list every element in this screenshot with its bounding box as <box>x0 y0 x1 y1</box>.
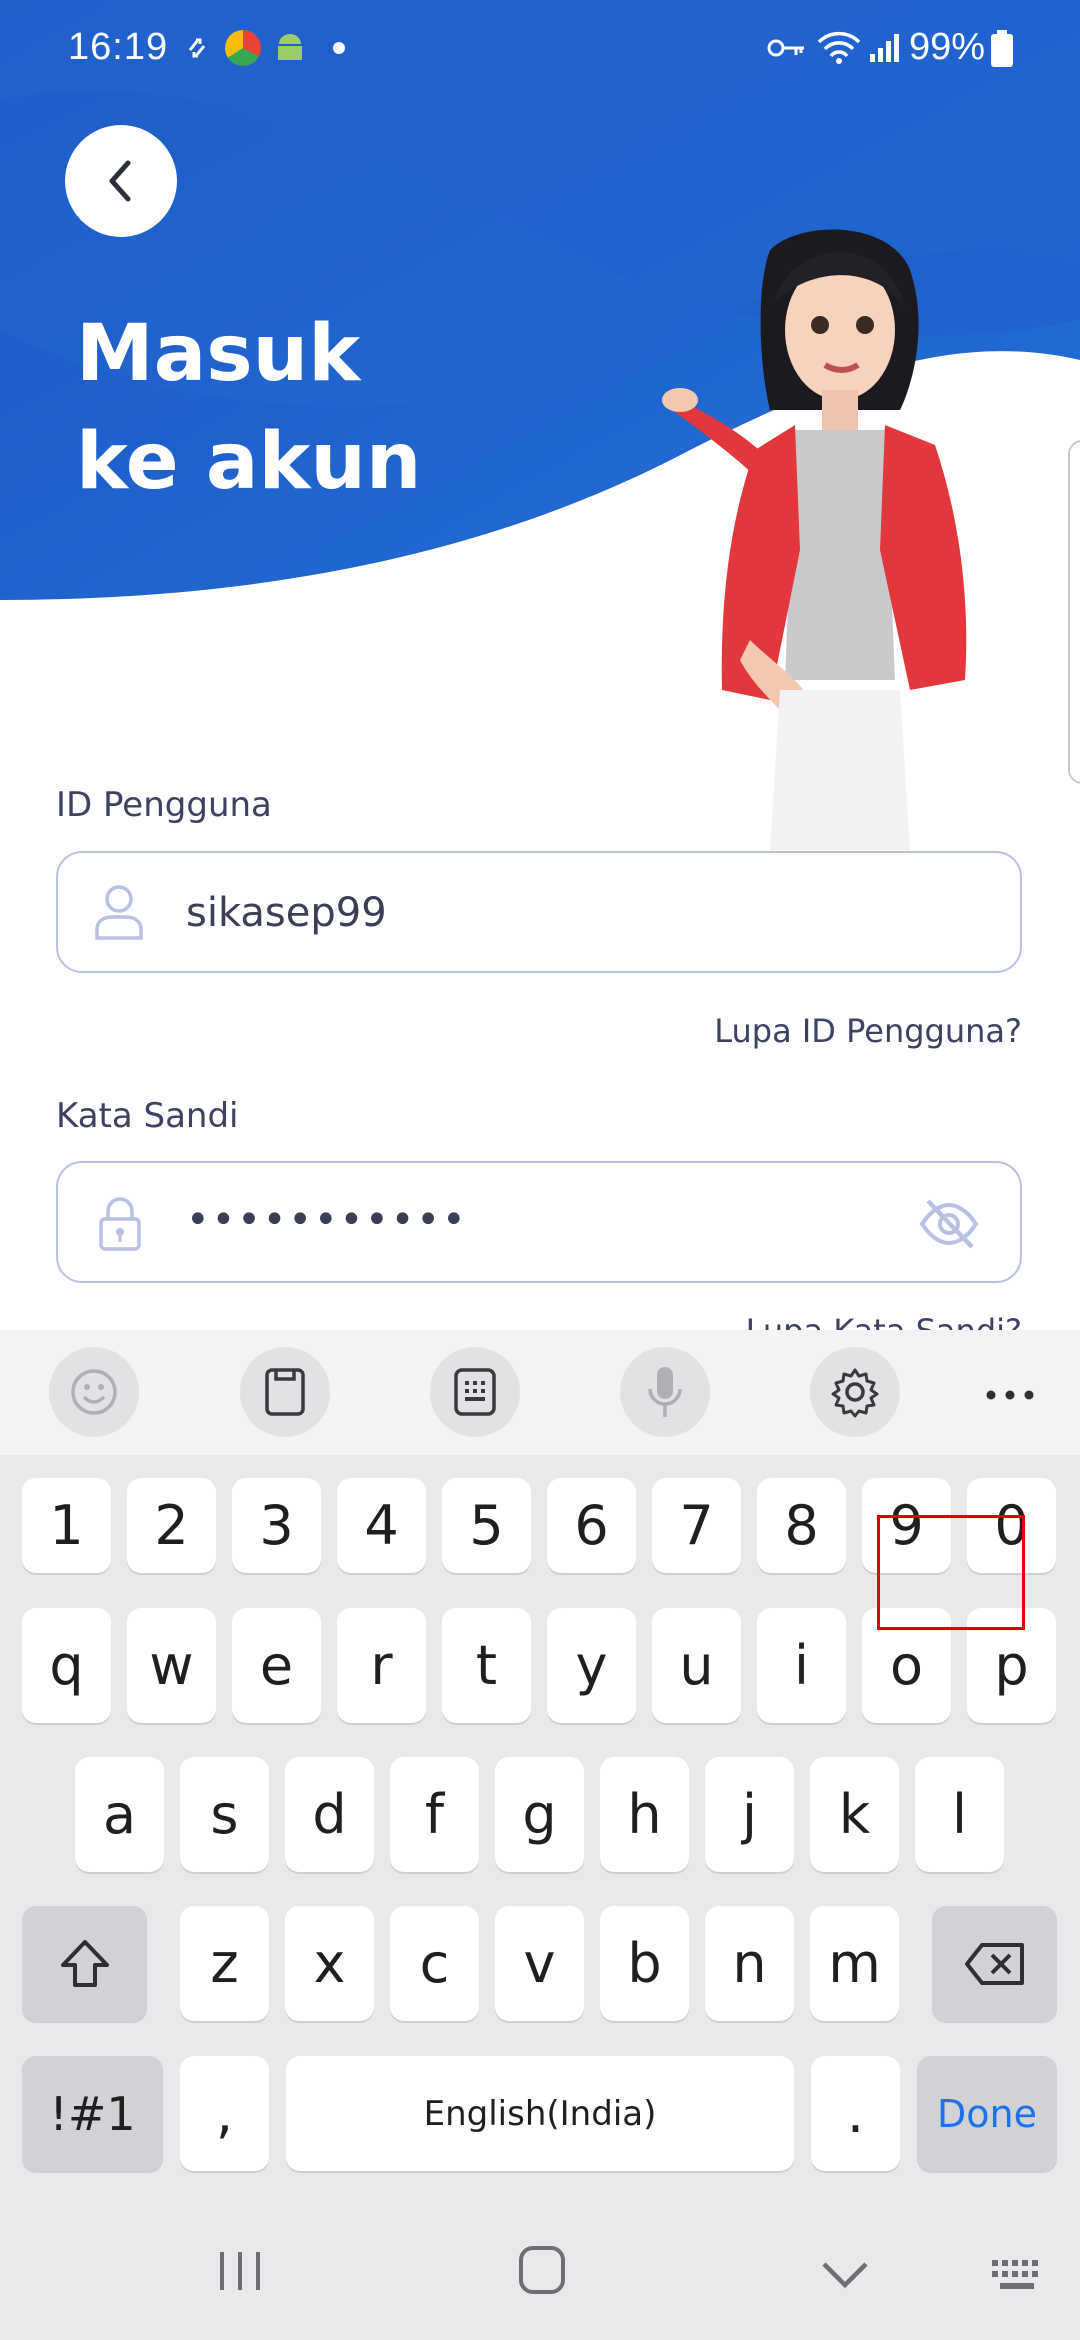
key-y[interactable]: y <box>547 1608 636 1723</box>
key-g[interactable]: g <box>495 1757 584 1872</box>
key-7[interactable]: 7 <box>652 1478 741 1573</box>
battery-percent: 99% <box>908 26 985 68</box>
key-w[interactable]: w <box>127 1608 216 1723</box>
key-f[interactable]: f <box>390 1757 479 1872</box>
key-h[interactable]: h <box>600 1757 689 1872</box>
side-handle[interactable] <box>1068 440 1080 784</box>
more-icon <box>986 1390 1034 1400</box>
keyboard-row-2: a s d f g h j k l <box>75 1757 1015 1872</box>
key-4[interactable]: 4 <box>337 1478 426 1573</box>
key-icon <box>767 39 804 57</box>
more-button[interactable] <box>985 1380 1045 1410</box>
symbols-key[interactable]: !#1 <box>22 2056 163 2171</box>
status-time: 16:19 <box>68 26 169 68</box>
shift-icon <box>60 1939 109 1987</box>
settings-button[interactable] <box>810 1347 900 1437</box>
key-t[interactable]: t <box>442 1608 531 1723</box>
assistant-character-illustration <box>662 229 967 850</box>
key-d[interactable]: d <box>285 1757 374 1872</box>
key-u[interactable]: u <box>652 1608 741 1723</box>
backspace-key[interactable] <box>932 1906 1057 2021</box>
back-icon <box>109 160 131 202</box>
clipboard-button[interactable] <box>240 1347 330 1437</box>
battery-icon <box>991 30 1013 67</box>
key-n[interactable]: n <box>705 1906 794 2021</box>
signal-icon <box>870 34 899 62</box>
key-2[interactable]: 2 <box>127 1478 216 1573</box>
key-m[interactable]: m <box>810 1906 899 2021</box>
key-i[interactable]: i <box>757 1608 846 1723</box>
key-x[interactable]: x <box>285 1906 374 2021</box>
browser-app-icon <box>225 30 261 66</box>
shift-key[interactable] <box>22 1906 147 2021</box>
emoji-button[interactable] <box>49 1347 139 1437</box>
key-6[interactable]: 6 <box>547 1478 636 1573</box>
eye-off-icon[interactable] <box>918 1197 980 1251</box>
recents-icon[interactable] <box>216 2250 264 2292</box>
key-1[interactable]: 1 <box>22 1478 111 1573</box>
android-icon <box>278 34 302 60</box>
navigation-bar <box>0 2200 1080 2340</box>
lock-icon <box>99 1197 141 1251</box>
comma-key[interactable]: , <box>180 2056 269 2171</box>
key-r[interactable]: r <box>337 1608 426 1723</box>
key-e[interactable]: e <box>232 1608 321 1723</box>
keyboard-row-3: z x c v b n m <box>180 1906 900 2021</box>
page-title: Masuk ke akun <box>76 300 576 516</box>
emoji-icon <box>71 1369 117 1415</box>
page-title-line1: Masuk <box>76 309 361 399</box>
done-key[interactable]: Done <box>917 2056 1057 2171</box>
clipboard-icon <box>265 1368 305 1416</box>
key-q[interactable]: q <box>22 1608 111 1723</box>
backspace-icon <box>964 1942 1024 1985</box>
sync-icon <box>188 38 206 58</box>
status-bar: 16:19 99% <box>0 0 1080 96</box>
period-key[interactable]: . <box>811 2056 900 2171</box>
password-value: ••••••••••• <box>186 1197 468 1243</box>
back-nav-icon[interactable] <box>820 2260 870 2290</box>
key-v[interactable]: v <box>495 1906 584 2021</box>
user-id-field[interactable]: sikasep99 <box>56 851 1022 973</box>
key-s[interactable]: s <box>180 1757 269 1872</box>
key-k[interactable]: k <box>810 1757 899 1872</box>
password-field[interactable]: ••••••••••• <box>56 1161 1022 1283</box>
mic-icon <box>648 1367 682 1417</box>
key-5[interactable]: 5 <box>442 1478 531 1573</box>
user-id-label: ID Pengguna <box>56 785 272 825</box>
key-c[interactable]: c <box>390 1906 479 2021</box>
keypad-button[interactable] <box>430 1347 520 1437</box>
space-key[interactable]: English(India) <box>286 2056 794 2171</box>
mic-button[interactable] <box>620 1347 710 1437</box>
settings-icon <box>831 1368 879 1418</box>
key-l[interactable]: l <box>915 1757 1004 1872</box>
key-b[interactable]: b <box>600 1906 689 2021</box>
notification-dot-icon <box>333 42 345 54</box>
wifi-icon <box>817 31 861 64</box>
key-j[interactable]: j <box>705 1757 794 1872</box>
keypad-icon <box>454 1368 496 1416</box>
key-8[interactable]: 8 <box>757 1478 846 1573</box>
user-id-value: sikasep99 <box>186 890 387 936</box>
forgot-user-id-link[interactable]: Lupa ID Pengguna? <box>714 1012 1022 1050</box>
home-icon[interactable] <box>518 2245 566 2295</box>
key-a[interactable]: a <box>75 1757 164 1872</box>
back-button[interactable] <box>65 125 177 237</box>
keyboard-toolbar <box>0 1330 1080 1455</box>
user-icon <box>95 885 143 940</box>
keyboard-icon[interactable] <box>990 2258 1044 2294</box>
key-z[interactable]: z <box>180 1906 269 2021</box>
page-title-line2: ke akun <box>76 417 422 507</box>
password-label: Kata Sandi <box>56 1096 239 1136</box>
key-3[interactable]: 3 <box>232 1478 321 1573</box>
highlight-box <box>877 1515 1025 1630</box>
